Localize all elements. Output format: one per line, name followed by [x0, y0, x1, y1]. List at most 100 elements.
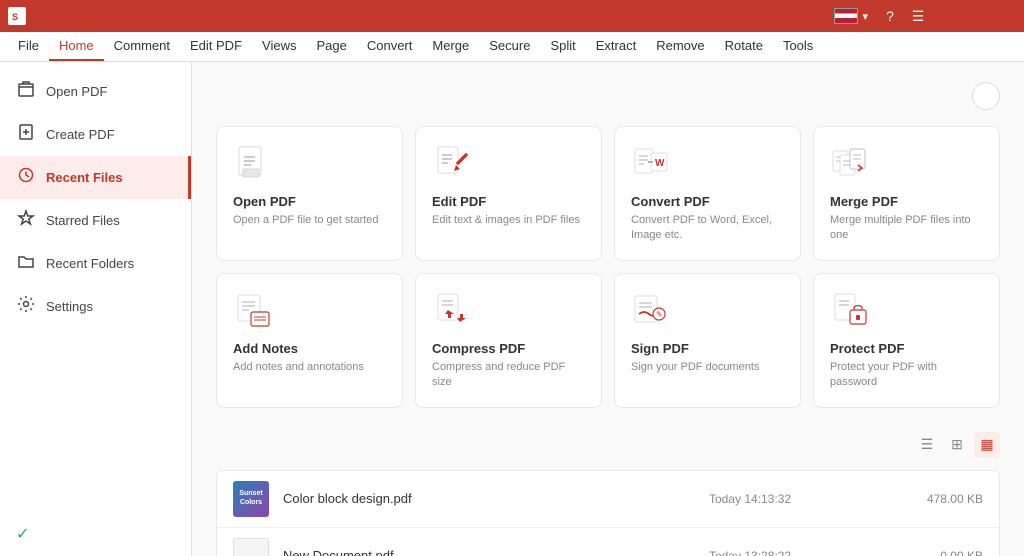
menubar: FileHomeCommentEdit PDFViewsPageConvertM… — [0, 32, 1024, 62]
menu-item-rotate[interactable]: Rotate — [715, 32, 773, 61]
file-thumbnail — [233, 538, 269, 556]
menu-item-extract[interactable]: Extract — [586, 32, 646, 61]
tool-desc: Protect your PDF with password — [830, 360, 983, 391]
tool-grid: Open PDF Open a PDF file to get started … — [216, 126, 1000, 408]
sidebar-item-settings[interactable]: Settings — [0, 285, 191, 328]
tool-card-open-pdf[interactable]: Open PDF Open a PDF file to get started — [216, 126, 403, 261]
tool-name: Convert PDF — [631, 194, 784, 209]
main-layout: Open PDF Create PDF Recent Files Starred Fi… — [0, 62, 1024, 556]
maximize-button[interactable] — [960, 5, 988, 27]
create-icon — [16, 123, 36, 146]
registered-icon: ✓ — [16, 524, 29, 544]
menu-item-comment[interactable]: Comment — [104, 32, 180, 61]
tool-desc: Compress and reduce PDF size — [432, 360, 585, 391]
sidebar-label: Create PDF — [46, 127, 115, 142]
add-notes-icon — [233, 290, 386, 333]
open-pdf-icon — [233, 143, 386, 186]
detail-view-button[interactable]: ▦ — [974, 432, 1000, 458]
file-row[interactable]: New Document.pdf Today 13:28:22 0.00 KB — [217, 528, 999, 556]
tool-desc: Add notes and annotations — [233, 360, 386, 375]
compress-pdf-icon — [432, 290, 585, 333]
flag-area: ▾ — [834, 8, 868, 24]
folder-icon — [16, 252, 36, 275]
titlebar: S ▾ ? ☰ — [0, 0, 1024, 32]
more-button[interactable] — [972, 82, 1000, 110]
sidebar-item-recent-files[interactable]: Recent Files — [0, 156, 191, 199]
content-area: Open PDF Open a PDF file to get started … — [192, 62, 1024, 556]
app-logo: S — [8, 7, 26, 25]
recent-section-header: ☰ ⊞ ▦ — [216, 432, 1000, 458]
sidebar-label: Recent Files — [46, 170, 123, 185]
tool-desc: Sign your PDF documents — [631, 360, 784, 375]
tool-name: Edit PDF — [432, 194, 585, 209]
tool-desc: Open a PDF file to get started — [233, 213, 386, 228]
tool-card-compress-pdf[interactable]: Compress PDF Compress and reduce PDF siz… — [415, 273, 602, 408]
minimize-button[interactable] — [932, 5, 960, 27]
svg-text:W: W — [655, 158, 665, 169]
sidebar: Open PDF Create PDF Recent Files Starred Fi… — [0, 62, 192, 556]
sidebar-item-open-pdf[interactable]: Open PDF — [0, 70, 191, 113]
tool-card-convert-pdf[interactable]: W Convert PDF Convert PDF to Word, Excel… — [614, 126, 801, 261]
file-row[interactable]: Sunset Colors Color block design.pdf Tod… — [217, 471, 999, 528]
file-size: 0.00 KB — [883, 549, 983, 556]
convert-pdf-icon: W — [631, 143, 784, 186]
menu-item-split[interactable]: Split — [540, 32, 585, 61]
menu-item-tools[interactable]: Tools — [773, 32, 823, 61]
tool-name: Open PDF — [233, 194, 386, 209]
tool-name: Protect PDF — [830, 341, 983, 356]
list-view-button[interactable]: ☰ — [914, 432, 940, 458]
tool-name: Compress PDF — [432, 341, 585, 356]
file-time: Today 13:28:22 — [709, 549, 869, 556]
flag-dropdown[interactable]: ▾ — [862, 10, 868, 23]
menu-button[interactable]: ☰ — [904, 5, 932, 27]
edit-pdf-icon — [432, 143, 585, 186]
tool-name: Sign PDF — [631, 341, 784, 356]
menu-item-remove[interactable]: Remove — [646, 32, 714, 61]
tool-card-protect-pdf[interactable]: Protect PDF Protect your PDF with passwo… — [813, 273, 1000, 408]
recommended-section-header — [216, 82, 1000, 110]
file-name: New Document.pdf — [283, 548, 695, 556]
menu-item-secure[interactable]: Secure — [479, 32, 540, 61]
file-size: 478.00 KB — [883, 492, 983, 506]
menu-item-merge[interactable]: Merge — [422, 32, 479, 61]
tool-name: Merge PDF — [830, 194, 983, 209]
file-list: Sunset Colors Color block design.pdf Tod… — [216, 470, 1000, 556]
sidebar-label: Settings — [46, 299, 93, 314]
recent-icon — [16, 166, 36, 189]
sidebar-item-starred-files[interactable]: Starred Files — [0, 199, 191, 242]
svg-text:S: S — [12, 12, 18, 22]
tool-name: Add Notes — [233, 341, 386, 356]
sidebar-item-recent-folders[interactable]: Recent Folders — [0, 242, 191, 285]
merge-pdf-icon — [830, 143, 983, 186]
file-name: Color block design.pdf — [283, 491, 695, 506]
tool-card-edit-pdf[interactable]: Edit PDF Edit text & images in PDF files — [415, 126, 602, 261]
grid-view-button[interactable]: ⊞ — [944, 432, 970, 458]
help-button[interactable]: ? — [876, 5, 904, 27]
menu-item-edit-pdf[interactable]: Edit PDF — [180, 32, 252, 61]
menu-item-home[interactable]: Home — [49, 32, 104, 61]
settings-icon — [16, 295, 36, 318]
sidebar-label: Open PDF — [46, 84, 107, 99]
tool-desc: Convert PDF to Word, Excel, Image etc. — [631, 213, 784, 244]
close-button[interactable] — [988, 5, 1016, 27]
sidebar-item-create-pdf[interactable]: Create PDF — [0, 113, 191, 156]
tool-card-merge-pdf[interactable]: Merge PDF Merge multiple PDF files into … — [813, 126, 1000, 261]
sidebar-label: Starred Files — [46, 213, 120, 228]
protect-pdf-icon — [830, 290, 983, 333]
menu-item-convert[interactable]: Convert — [357, 32, 423, 61]
menu-item-page[interactable]: Page — [306, 32, 356, 61]
menu-item-views[interactable]: Views — [252, 32, 306, 61]
file-time: Today 14:13:32 — [709, 492, 869, 506]
menu-item-file[interactable]: File — [8, 32, 49, 61]
tool-card-add-notes[interactable]: Add Notes Add notes and annotations — [216, 273, 403, 408]
tool-card-sign-pdf[interactable]: ✎ Sign PDF Sign your PDF documents — [614, 273, 801, 408]
tool-desc: Edit text & images in PDF files — [432, 213, 585, 228]
file-thumbnail: Sunset Colors — [233, 481, 269, 517]
sidebar-label: Recent Folders — [46, 256, 134, 271]
star-icon — [16, 209, 36, 232]
registered-status: ✓ — [0, 512, 191, 556]
sign-pdf-icon: ✎ — [631, 290, 784, 333]
svg-text:✎: ✎ — [656, 310, 663, 319]
flag-icon — [834, 8, 858, 24]
tool-desc: Merge multiple PDF files into one — [830, 213, 983, 244]
